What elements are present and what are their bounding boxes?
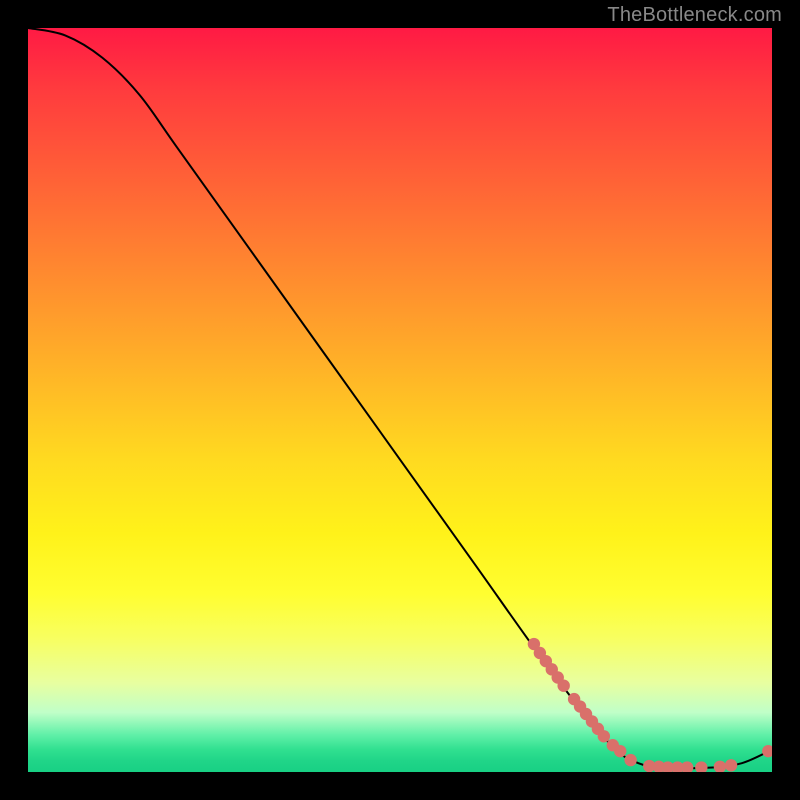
attribution-text: TheBottleneck.com bbox=[607, 4, 782, 27]
data-marker bbox=[557, 679, 569, 691]
plot-area bbox=[28, 28, 772, 772]
bottleneck-curve bbox=[28, 28, 772, 768]
chart-svg bbox=[28, 28, 772, 772]
data-marker bbox=[598, 730, 610, 742]
data-marker bbox=[681, 761, 693, 772]
data-marker bbox=[695, 761, 707, 772]
data-marker bbox=[725, 759, 737, 771]
data-marker bbox=[614, 745, 626, 757]
data-markers bbox=[528, 638, 772, 772]
data-marker bbox=[762, 745, 772, 757]
data-marker bbox=[714, 761, 726, 772]
data-marker bbox=[624, 754, 636, 766]
